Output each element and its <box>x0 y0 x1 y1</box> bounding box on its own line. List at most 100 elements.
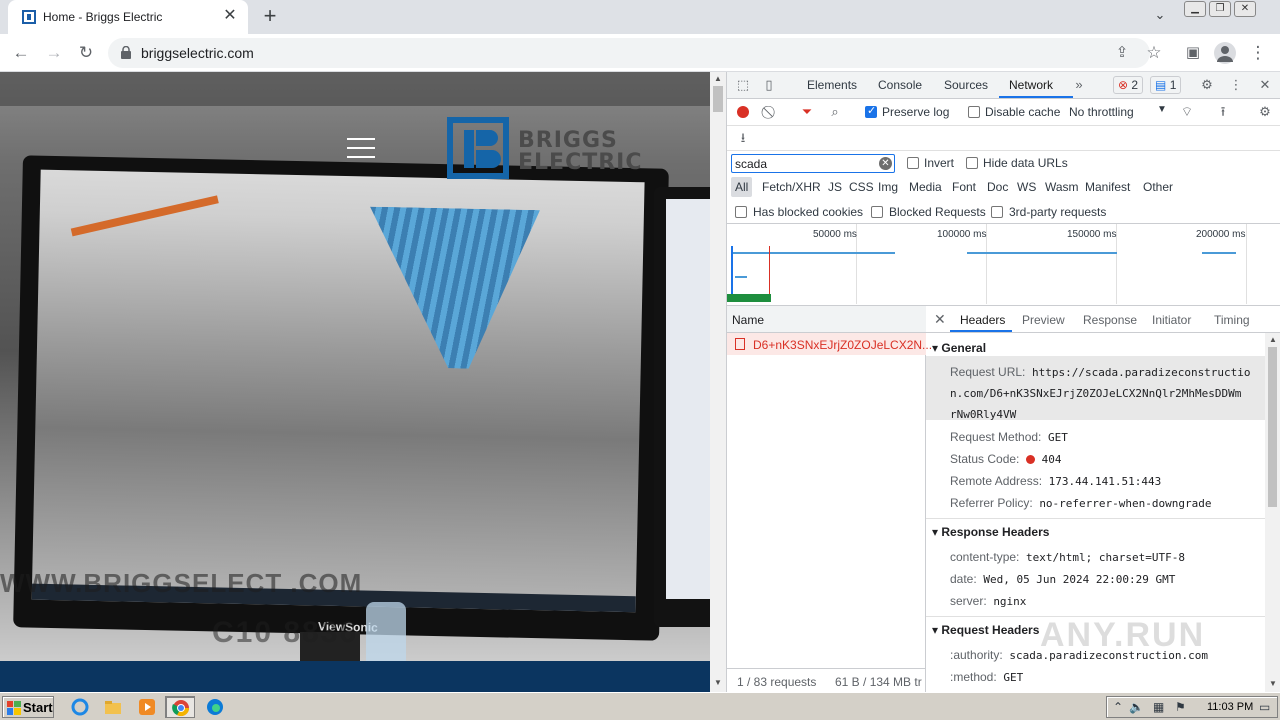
profile-avatar-icon[interactable] <box>1214 42 1236 64</box>
third-party-checkbox[interactable] <box>991 206 1003 218</box>
messages-badge[interactable]: ▤ 1 <box>1150 76 1182 94</box>
tab-response[interactable]: Response <box>1083 313 1137 327</box>
details-scrollbar[interactable]: ▲ ▼ <box>1265 333 1280 692</box>
hide-data-urls-label: Hide data URLs <box>983 156 1068 170</box>
error-icon: ⊗ <box>1118 78 1129 92</box>
close-details-icon[interactable]: ✕ <box>934 311 946 328</box>
type-font[interactable]: Font <box>952 180 976 194</box>
media-player-icon[interactable] <box>138 698 156 716</box>
tab-search-icon[interactable]: ⌄ <box>1150 7 1170 27</box>
tab-timing[interactable]: Timing <box>1214 313 1250 327</box>
tab-close-icon[interactable]: ✕ <box>220 6 240 26</box>
restore-button[interactable]: ❐ <box>1209 1 1231 17</box>
type-js[interactable]: JS <box>828 180 842 194</box>
type-media[interactable]: Media <box>909 180 942 194</box>
type-ws[interactable]: WS <box>1017 180 1036 194</box>
edge-icon[interactable] <box>206 698 224 716</box>
request-row[interactable]: D6+nK3SNxEJrjZ0ZOJeLCX2N... <box>727 333 932 355</box>
type-fetch-xhr[interactable]: Fetch/XHR <box>762 180 821 194</box>
import-har-icon[interactable]: ⭱ <box>1215 104 1231 120</box>
invert-checkbox[interactable] <box>907 157 919 169</box>
tab-preview[interactable]: Preview <box>1022 313 1065 327</box>
network-conditions-icon[interactable]: ⌔ <box>1179 104 1195 120</box>
tab-initiator[interactable]: Initiator <box>1152 313 1191 327</box>
chrome-taskbar-button[interactable] <box>165 696 195 718</box>
scroll-down-icon[interactable]: ▼ <box>713 678 723 688</box>
throttling-dropdown-icon[interactable]: ▼ <box>1157 104 1167 115</box>
start-button[interactable]: Start <box>2 696 54 718</box>
browser-tab[interactable]: Home - Briggs Electric ✕ <box>8 0 248 34</box>
tab-network[interactable]: Network <box>1009 78 1053 92</box>
type-other[interactable]: Other <box>1143 180 1173 194</box>
network-settings-icon[interactable]: ⚙ <box>1257 104 1273 120</box>
start-label: Start <box>23 700 53 715</box>
share-icon[interactable]: ⇪ <box>1111 42 1133 64</box>
volume-icon[interactable]: 🔈 <box>1129 700 1144 714</box>
hide-data-urls-checkbox[interactable] <box>966 157 978 169</box>
tab-sources[interactable]: Sources <box>944 78 988 92</box>
filter-icon[interactable]: ⏷ <box>799 104 815 120</box>
wall-text-license: C10 8836 <box>212 616 359 649</box>
scroll-up-icon[interactable]: ▲ <box>713 74 723 84</box>
details-scroll-thumb[interactable] <box>1268 347 1277 507</box>
type-wasm[interactable]: Wasm <box>1045 180 1079 194</box>
type-img[interactable]: Img <box>878 180 898 194</box>
disable-cache-checkbox[interactable] <box>968 106 980 118</box>
search-icon[interactable]: ⌕ <box>827 104 843 120</box>
filter-input[interactable]: scada ✕ <box>731 154 895 173</box>
record-icon[interactable] <box>735 104 751 120</box>
page-scroll-thumb[interactable] <box>713 86 723 112</box>
hamburger-menu-icon[interactable] <box>347 138 375 158</box>
briggs-logo[interactable]: BRIGGS ELECTRIC <box>446 116 666 180</box>
request-headers-toggle[interactable]: ▾ Request Headers <box>932 623 1039 637</box>
preserve-log-checkbox[interactable] <box>865 104 877 118</box>
tray-expand-icon[interactable]: ⌃ <box>1113 700 1123 714</box>
ie-icon[interactable] <box>71 698 89 716</box>
name-column-header: Name <box>732 313 765 327</box>
tab-elements[interactable]: Elements <box>807 78 857 92</box>
window-close-button[interactable]: ✕ <box>1234 1 1256 17</box>
forward-icon[interactable]: → <box>43 42 65 64</box>
reload-icon[interactable]: ↻ <box>75 42 97 64</box>
headers-tab-underline <box>950 330 1012 332</box>
flag-tray-icon[interactable]: ⚑ <box>1175 700 1186 714</box>
devtools-tab-bar: ⬚ ▯ Elements Console Sources Network » ⊗… <box>727 72 1280 99</box>
blocked-requests-checkbox[interactable] <box>871 206 883 218</box>
tab-headers[interactable]: Headers <box>960 313 1005 327</box>
details-scroll-down-icon[interactable]: ▼ <box>1268 679 1278 689</box>
network-overview-timeline[interactable]: 50000 ms 100000 ms 150000 ms 200000 ms <box>727 224 1280 306</box>
clear-icon[interactable]: ⃠ <box>763 104 779 120</box>
details-scroll-up-icon[interactable]: ▲ <box>1268 335 1278 345</box>
clear-filter-icon[interactable]: ✕ <box>879 157 892 170</box>
devtools-close-icon[interactable]: ✕ <box>1257 77 1273 93</box>
address-bar[interactable]: briggselectric.com <box>108 38 1150 68</box>
menu-kebab-icon[interactable]: ⋮ <box>1247 42 1269 64</box>
devtools-menu-icon[interactable]: ⋮ <box>1228 77 1244 93</box>
tab-console[interactable]: Console <box>878 78 922 92</box>
bookmark-star-icon[interactable]: ☆ <box>1143 42 1165 64</box>
request-list-header[interactable]: Name <box>727 306 926 333</box>
type-doc[interactable]: Doc <box>987 180 1008 194</box>
inspect-element-icon[interactable]: ⬚ <box>735 77 751 93</box>
back-icon[interactable]: ← <box>10 42 32 64</box>
request-name: D6+nK3SNxEJrjZ0ZOJeLCX2N... <box>753 338 933 352</box>
response-headers-toggle[interactable]: ▾ Response Headers <box>932 525 1049 539</box>
side-panel-icon[interactable]: ▣ <box>1182 42 1204 64</box>
new-tab-button[interactable]: + <box>258 5 282 29</box>
device-toolbar-icon[interactable]: ▯ <box>761 77 777 93</box>
errors-badge[interactable]: ⊗ 2 <box>1113 76 1144 94</box>
export-har-icon[interactable]: ⭳ <box>735 130 751 146</box>
network-tray-icon[interactable]: ▦ <box>1153 700 1164 714</box>
blocked-cookies-checkbox[interactable] <box>735 206 747 218</box>
settings-gear-icon[interactable]: ⚙ <box>1199 77 1215 93</box>
type-manifest[interactable]: Manifest <box>1085 180 1130 194</box>
general-section-toggle[interactable]: ▾ General <box>932 341 986 355</box>
type-all[interactable]: All <box>731 177 753 197</box>
more-tabs-icon[interactable]: » <box>1071 77 1087 93</box>
throttling-select[interactable]: No throttling <box>1069 105 1134 119</box>
show-desktop-icon[interactable]: ▭ <box>1259 700 1270 714</box>
type-css[interactable]: CSS <box>849 180 874 194</box>
minimize-button[interactable]: ▁ <box>1184 1 1206 17</box>
page-scrollbar[interactable]: ▲ ▼ <box>710 72 726 692</box>
folder-icon[interactable] <box>104 698 122 716</box>
